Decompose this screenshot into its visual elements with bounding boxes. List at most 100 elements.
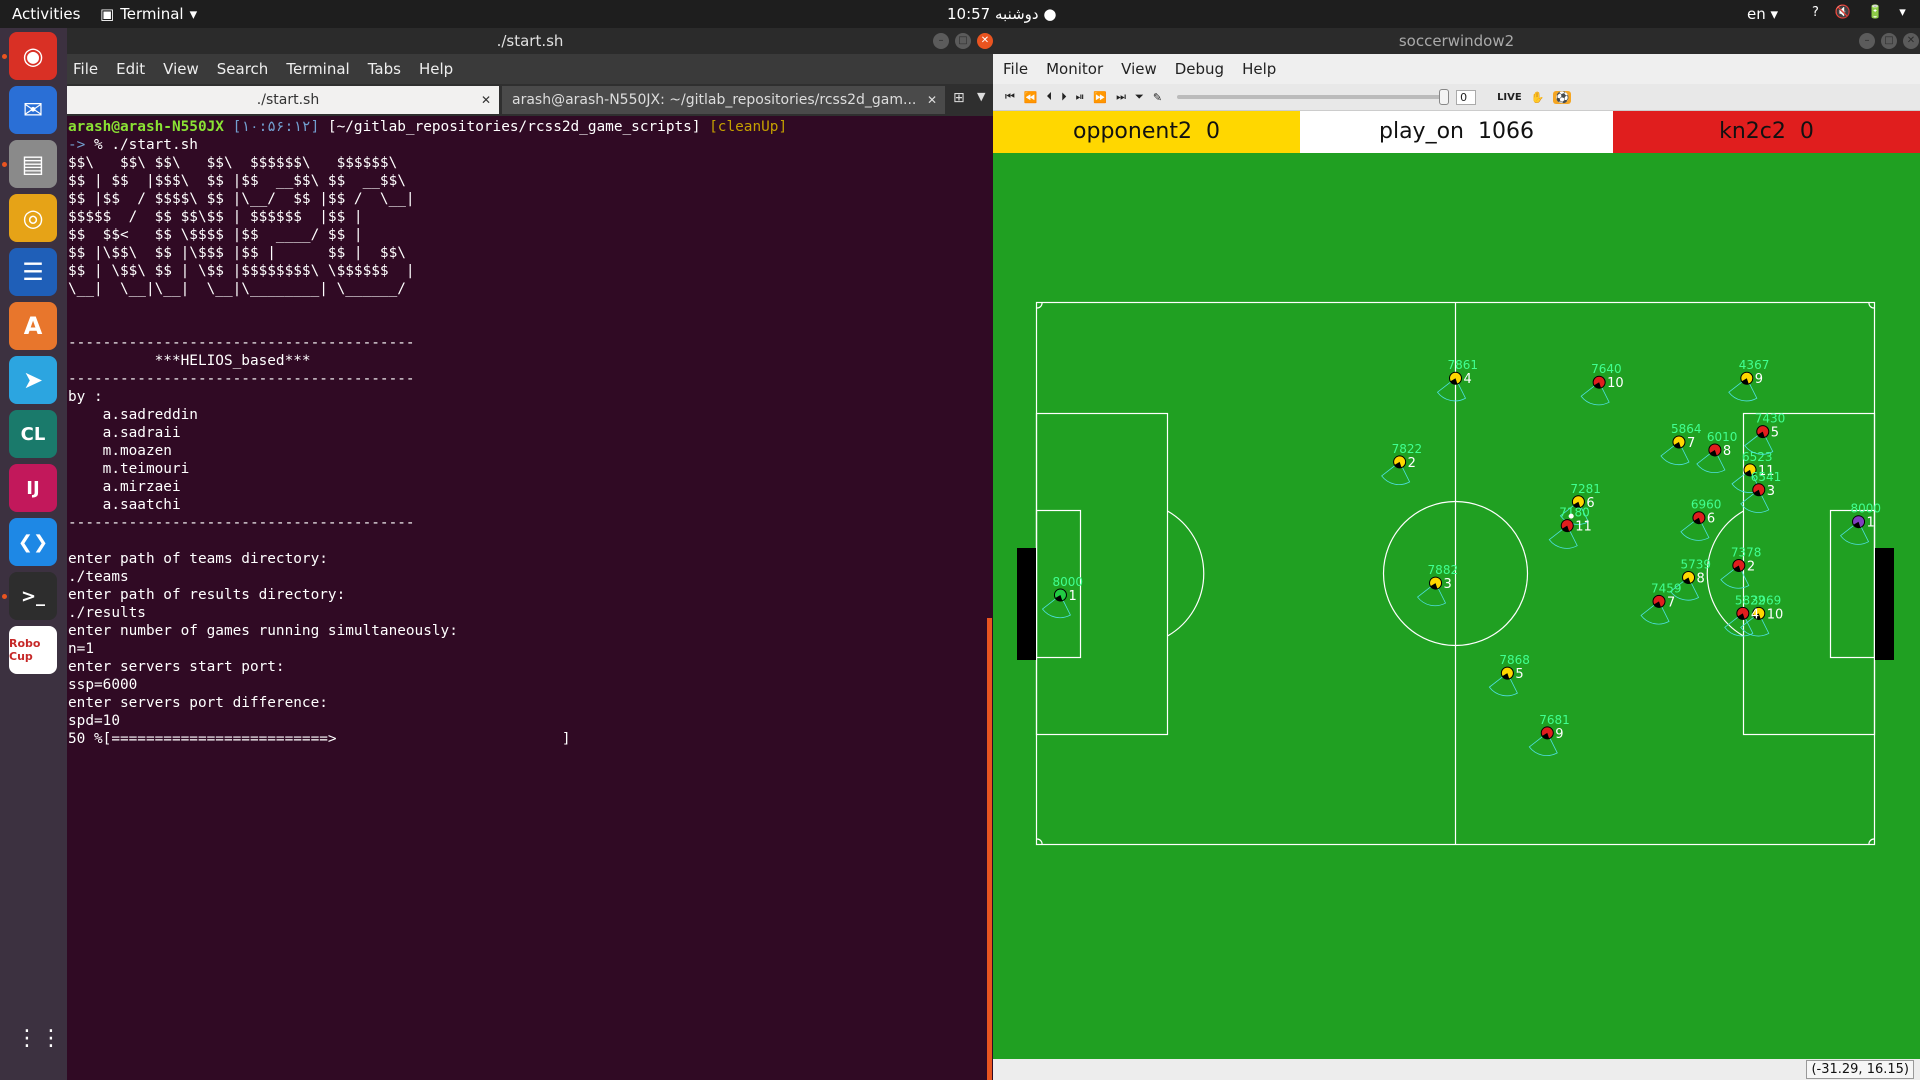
player-stamina: 4367 bbox=[1739, 358, 1770, 372]
menu-file[interactable]: File bbox=[73, 60, 98, 78]
menu-help[interactable]: Help bbox=[419, 60, 453, 78]
opponent2-player-2[interactable]: 27822 bbox=[1381, 442, 1423, 485]
cycle-count: 1066 bbox=[1477, 119, 1534, 144]
battery-icon[interactable]: 🔋 bbox=[1867, 5, 1883, 20]
vscode-icon[interactable]: ❮❯ bbox=[9, 518, 57, 566]
menu-search[interactable]: Search bbox=[217, 60, 269, 78]
play-icon[interactable]: ⏵ bbox=[1061, 90, 1067, 104]
player-stamina: 5864 bbox=[1671, 422, 1702, 436]
language-indicator[interactable]: en ▾ bbox=[1747, 5, 1778, 23]
activities-button[interactable]: Activities bbox=[12, 5, 80, 23]
terminal-tabbar: ./start.sh ✕ arash@arash-N550JX: ~/gitla… bbox=[67, 84, 993, 116]
fast-forward-icon[interactable]: ⏩ bbox=[1093, 91, 1107, 104]
chevron-down-icon[interactable]: ▾ bbox=[1899, 5, 1906, 20]
kn2c2-player-7[interactable]: 77459 bbox=[1640, 581, 1682, 625]
opponent2-player-3[interactable]: 37882 bbox=[1416, 563, 1459, 607]
opponent2-player-4[interactable]: 47861 bbox=[1436, 358, 1479, 402]
live-button[interactable]: LIVE bbox=[1497, 92, 1522, 103]
edit-icon[interactable]: ✎ bbox=[1153, 91, 1162, 104]
ball-logo-icon[interactable]: ⚽ bbox=[1553, 90, 1572, 104]
menu-view[interactable]: View bbox=[1121, 60, 1157, 78]
menu-debug[interactable]: Debug bbox=[1175, 60, 1224, 78]
menu-tabs[interactable]: Tabs bbox=[368, 60, 401, 78]
script-output: $$\ $$\ $$\ $$\ $$$$$$\ $$$$$$\ $$ | $$ … bbox=[68, 155, 571, 747]
player-stamina: 7180 bbox=[1559, 506, 1590, 520]
menu-view[interactable]: View bbox=[163, 60, 199, 78]
new-tab-icon[interactable]: ⊞ bbox=[953, 90, 965, 106]
kn2c2-player-2[interactable]: 27378 bbox=[1720, 546, 1762, 589]
close-tab-icon[interactable]: ✕ bbox=[481, 86, 491, 114]
cycle-input[interactable]: 0 bbox=[1456, 89, 1477, 105]
menu-monitor[interactable]: Monitor bbox=[1046, 60, 1103, 78]
telegram-icon[interactable]: ➤ bbox=[9, 356, 57, 404]
tab-start-sh[interactable]: ./start.sh ✕ bbox=[67, 86, 499, 114]
kn2c2-player-3[interactable]: 36541 bbox=[1740, 470, 1782, 513]
opponent2-player-5[interactable]: 57868 bbox=[1488, 653, 1530, 697]
kn2c2-player-11[interactable]: 117180 bbox=[1548, 506, 1592, 549]
terminal-output[interactable]: arash@arash-N550JX [۱۰:۵۶:۱۲] [~/gitlab_… bbox=[67, 116, 993, 1080]
menu-help[interactable]: Help bbox=[1242, 60, 1276, 78]
player-stamina: 8000 bbox=[1851, 502, 1882, 516]
kn2c2-player-5[interactable]: 57430 bbox=[1744, 412, 1786, 455]
rewind-icon[interactable]: ⏪ bbox=[1024, 91, 1038, 104]
menu-terminal[interactable]: Terminal bbox=[286, 60, 349, 78]
system-tray[interactable]: ? 🔇 🔋 ▾ bbox=[1812, 5, 1906, 20]
terminal-scrollbar[interactable] bbox=[987, 618, 992, 1080]
player-number: 6 bbox=[1707, 512, 1715, 527]
timeline-slider[interactable] bbox=[1177, 89, 1450, 105]
close-button[interactable]: ✕ bbox=[977, 33, 993, 49]
minimize-button[interactable]: – bbox=[1859, 33, 1875, 49]
volume-muted-icon[interactable]: 🔇 bbox=[1835, 5, 1851, 20]
running-indicator bbox=[2, 594, 7, 599]
prompt-command: % ./start.sh bbox=[94, 137, 198, 153]
minimize-button[interactable]: – bbox=[933, 33, 949, 49]
step-back-icon[interactable]: ⏴ bbox=[1047, 90, 1053, 104]
soccerwindow-titlebar[interactable]: soccerwindow2 – □ ✕ bbox=[993, 28, 1920, 54]
player-stamina: 7281 bbox=[1570, 482, 1601, 496]
intellij-icon[interactable]: IJ bbox=[9, 464, 57, 512]
help-icon[interactable]: ? bbox=[1812, 5, 1819, 20]
thunderbird-icon[interactable]: ✉ bbox=[9, 86, 57, 134]
chevron-down-icon: ▾ bbox=[189, 5, 198, 23]
software-icon[interactable]: A bbox=[9, 302, 57, 350]
kn2c2-player-10[interactable]: 107640 bbox=[1580, 362, 1624, 406]
player-number: 4 bbox=[1751, 607, 1759, 622]
kn2c2-player-6[interactable]: 66960 bbox=[1680, 498, 1722, 541]
go-first-icon[interactable]: ⏮ bbox=[1005, 90, 1015, 104]
maximize-button[interactable]: □ bbox=[955, 33, 971, 49]
clion-icon[interactable]: CL bbox=[9, 410, 57, 458]
close-button[interactable]: ✕ bbox=[1903, 33, 1919, 49]
opponent2-player-1[interactable]: 18000 bbox=[1041, 575, 1083, 619]
player-number: 11 bbox=[1575, 520, 1592, 535]
tab-shell[interactable]: arash@arash-N550JX: ~/gitlab_repositorie… bbox=[502, 86, 945, 114]
app-menu-terminal[interactable]: ▣ Terminal ▾ bbox=[100, 5, 197, 23]
robocup-icon[interactable]: Robo Cup bbox=[9, 626, 57, 674]
opponent2-player-7[interactable]: 75864 bbox=[1660, 422, 1702, 466]
dropdown-icon[interactable]: ⏷ bbox=[1135, 90, 1144, 104]
tab-label: arash@arash-N550JX: ~/gitlab_repositorie… bbox=[512, 92, 917, 108]
hand-icon[interactable]: ✋ bbox=[1531, 91, 1545, 104]
tab-list-icon[interactable]: ▼ bbox=[977, 90, 985, 103]
soccer-field[interactable]: 4786127822378825786867281758648573994367… bbox=[993, 153, 1920, 1080]
terminal-titlebar[interactable]: ./start.sh – □ ✕ bbox=[67, 28, 993, 54]
writer-icon[interactable]: ☰ bbox=[9, 248, 57, 296]
close-tab-icon[interactable]: ✕ bbox=[927, 86, 937, 114]
terminal-icon[interactable]: >_ bbox=[9, 572, 57, 620]
chrome-icon[interactable]: ◉ bbox=[9, 32, 57, 80]
step-forward-icon[interactable]: ⏯ bbox=[1076, 90, 1085, 104]
kn2c2-player-9[interactable]: 97681 bbox=[1528, 713, 1570, 756]
menu-edit[interactable]: Edit bbox=[116, 60, 145, 78]
rhythmbox-icon[interactable]: ◎ bbox=[9, 194, 57, 242]
soccerwindow: soccerwindow2 – □ ✕ File Monitor View De… bbox=[993, 28, 1920, 1080]
files-icon[interactable]: ▤ bbox=[9, 140, 57, 188]
right-team-name: kn2c2 bbox=[1719, 119, 1786, 144]
clock[interactable]: 10:57 دوشنبه ● bbox=[947, 5, 1056, 23]
player-stamina: 5739 bbox=[1681, 557, 1712, 571]
player-stamina: 7882 bbox=[1428, 563, 1459, 577]
maximize-button[interactable]: □ bbox=[1881, 33, 1897, 49]
go-last-icon[interactable]: ⏭ bbox=[1116, 90, 1126, 104]
kn2c2-player-8[interactable]: 86010 bbox=[1696, 430, 1738, 474]
menu-file[interactable]: File bbox=[1003, 60, 1028, 78]
opponent2-player-9[interactable]: 94367 bbox=[1728, 358, 1770, 402]
slider-knob[interactable] bbox=[1439, 89, 1450, 105]
